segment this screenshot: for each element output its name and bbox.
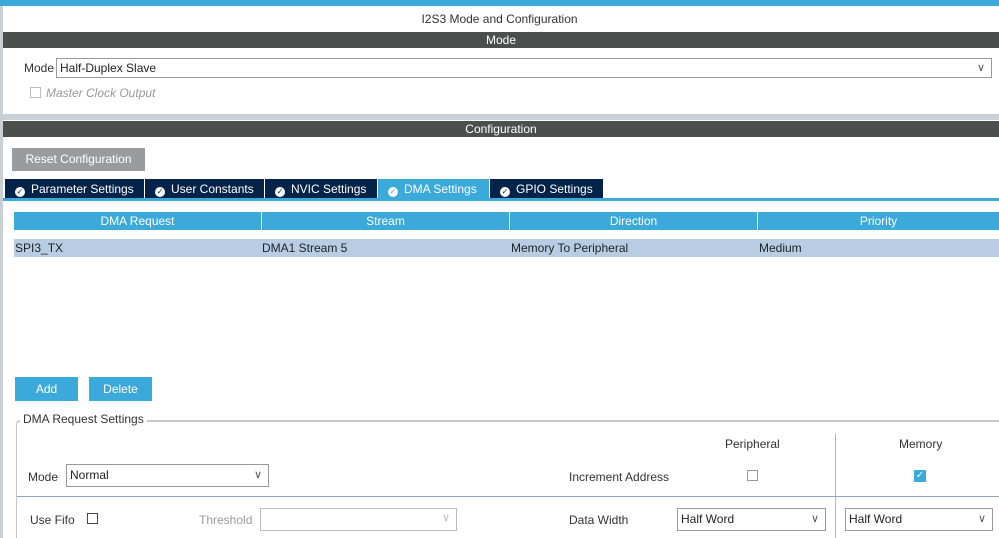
page-title: I2S3 Mode and Configuration [421, 12, 578, 26]
table-cell: Memory To Peripheral [511, 241, 629, 255]
section-separator [0, 114, 999, 120]
tab-label: NVIC Settings [291, 182, 367, 196]
memory-header: Memory [899, 437, 943, 451]
peripheral-header: Peripheral [725, 437, 780, 451]
tab-label: GPIO Settings [516, 182, 593, 196]
threshold-label: Threshold [199, 513, 253, 527]
tab-underline [3, 198, 999, 201]
check-circle-icon: ✓ [15, 187, 25, 197]
tab-label: Parameter Settings [31, 182, 134, 196]
mode-select[interactable]: Half-Duplex Slave ∨ [56, 58, 992, 78]
column-divider [835, 434, 836, 538]
memory-increment-checkbox[interactable]: ✓ [914, 470, 926, 482]
chevron-down-icon: ∨ [441, 512, 450, 524]
mode-header: Mode [3, 32, 999, 48]
column-header-dma-request[interactable]: DMA Request [14, 212, 262, 230]
add-button[interactable]: Add [15, 377, 78, 401]
memory-data-width-select[interactable]: Half Word ∨ [845, 508, 993, 531]
delete-button[interactable]: Delete [89, 377, 152, 401]
dma-mode-label: Mode [28, 470, 59, 484]
data-width-label: Data Width [569, 513, 629, 527]
peripheral-data-width-select[interactable]: Half Word ∨ [677, 508, 826, 531]
use-fifo-checkbox[interactable] [87, 513, 98, 524]
column-header-direction[interactable]: Direction [510, 212, 758, 230]
check-circle-icon: ✓ [155, 187, 165, 197]
chevron-down-icon: ∨ [810, 513, 819, 525]
tab-label: User Constants [171, 182, 254, 196]
group-legend: DMA Request Settings [20, 412, 147, 426]
table-cell: Medium [759, 241, 802, 255]
master-clock-checkbox[interactable] [30, 87, 41, 98]
peripheral-increment-checkbox[interactable] [747, 470, 758, 481]
tab-dma-settings[interactable]: ✓ DMA Settings [378, 179, 490, 199]
master-clock-label: Master Clock Output [46, 86, 156, 100]
dma-mode-select[interactable]: Normal ∨ [66, 464, 269, 487]
tab-label: DMA Settings [404, 182, 477, 196]
memory-data-width-value: Half Word [849, 512, 903, 526]
tab-parameter-settings[interactable]: ✓ Parameter Settings [5, 179, 145, 199]
configuration-header: Configuration [3, 121, 999, 137]
dma-mode-value: Normal [70, 468, 109, 482]
increment-address-label: Increment Address [569, 470, 670, 484]
row-divider [17, 496, 999, 497]
tab-gpio-settings[interactable]: ✓ GPIO Settings [490, 179, 604, 199]
table-cell: SPI3_TX [15, 241, 64, 255]
mode-value: Half-Duplex Slave [60, 61, 157, 75]
threshold-select[interactable]: ∨ [260, 508, 457, 531]
chevron-down-icon: ∨ [977, 513, 986, 525]
mode-label: Mode [24, 61, 55, 75]
use-fifo-label: Use Fifo [30, 513, 75, 527]
tab-nvic-settings[interactable]: ✓ NVIC Settings [265, 179, 378, 199]
left-border [0, 6, 3, 538]
table-row[interactable] [14, 239, 999, 257]
chevron-down-icon: ∨ [976, 62, 985, 74]
check-circle-icon: ✓ [275, 187, 285, 197]
column-header-stream[interactable]: Stream [262, 212, 510, 230]
tab-user-constants[interactable]: ✓ User Constants [145, 179, 265, 199]
peripheral-data-width-value: Half Word [681, 512, 735, 526]
chevron-down-icon: ∨ [253, 469, 262, 481]
table-cell: DMA1 Stream 5 [262, 241, 348, 255]
column-header-priority[interactable]: Priority [758, 212, 999, 230]
check-circle-icon: ✓ [388, 187, 398, 197]
check-circle-icon: ✓ [500, 187, 510, 197]
reset-configuration-button[interactable]: Reset Configuration [12, 148, 145, 171]
